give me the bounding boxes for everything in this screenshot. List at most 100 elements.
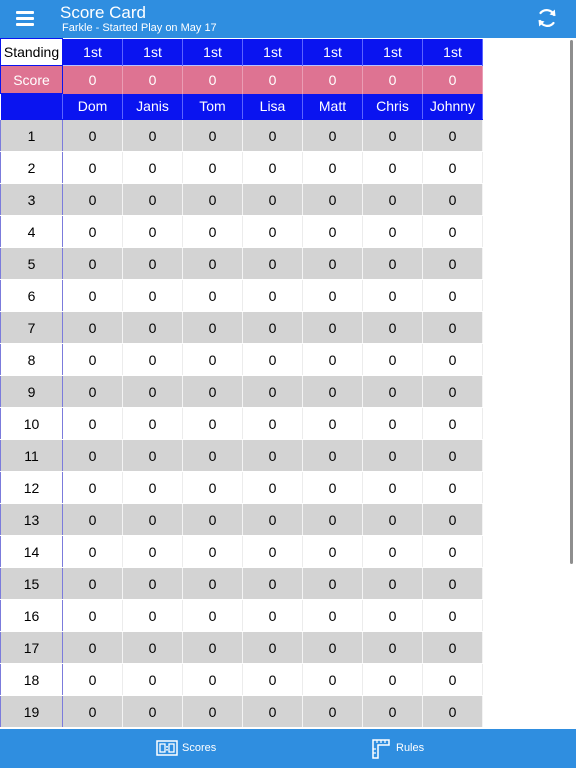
round-score-cell[interactable]: 0 [62,215,123,248]
round-score-cell[interactable]: 0 [302,695,363,728]
round-score-cell[interactable]: 0 [62,279,123,312]
round-score-cell[interactable]: 0 [182,503,243,536]
round-score-cell[interactable]: 0 [242,151,303,184]
round-score-cell[interactable]: 0 [362,375,423,408]
round-score-cell[interactable]: 0 [302,343,363,376]
round-score-cell[interactable]: 0 [422,599,483,632]
round-score-cell[interactable]: 0 [122,631,183,664]
round-score-cell[interactable]: 0 [122,215,183,248]
round-score-cell[interactable]: 0 [302,183,363,216]
round-score-cell[interactable]: 0 [182,599,243,632]
round-score-cell[interactable]: 0 [302,151,363,184]
round-score-cell[interactable]: 0 [182,663,243,696]
player-name-header[interactable]: Tom [182,93,243,119]
round-score-cell[interactable]: 0 [302,631,363,664]
round-score-cell[interactable]: 0 [362,311,423,344]
round-score-cell[interactable]: 0 [122,535,183,568]
round-score-cell[interactable]: 0 [182,343,243,376]
round-score-cell[interactable]: 0 [122,471,183,504]
round-score-cell[interactable]: 0 [182,375,243,408]
round-score-cell[interactable]: 0 [62,471,123,504]
round-score-cell[interactable]: 0 [422,375,483,408]
round-score-cell[interactable]: 0 [362,631,423,664]
round-score-cell[interactable]: 0 [122,407,183,440]
round-score-cell[interactable]: 0 [362,343,423,376]
round-score-cell[interactable]: 0 [422,311,483,344]
round-score-cell[interactable]: 0 [302,120,363,152]
round-score-cell[interactable]: 0 [422,695,483,728]
round-score-cell[interactable]: 0 [62,247,123,280]
round-score-cell[interactable]: 0 [122,663,183,696]
round-score-cell[interactable]: 0 [302,567,363,600]
round-score-cell[interactable]: 0 [182,631,243,664]
round-score-cell[interactable]: 0 [362,471,423,504]
round-score-cell[interactable]: 0 [182,407,243,440]
round-score-cell[interactable]: 0 [182,247,243,280]
round-score-cell[interactable]: 0 [62,599,123,632]
round-score-cell[interactable]: 0 [362,247,423,280]
round-score-cell[interactable]: 0 [422,215,483,248]
round-score-cell[interactable]: 0 [122,567,183,600]
round-score-cell[interactable]: 0 [422,567,483,600]
round-score-cell[interactable]: 0 [62,535,123,568]
round-score-cell[interactable]: 0 [122,120,183,152]
round-score-cell[interactable]: 0 [62,343,123,376]
round-score-cell[interactable]: 0 [182,567,243,600]
round-score-cell[interactable]: 0 [302,375,363,408]
round-score-cell[interactable]: 0 [242,311,303,344]
round-score-cell[interactable]: 0 [62,567,123,600]
round-score-cell[interactable]: 0 [242,120,303,152]
round-score-cell[interactable]: 0 [242,407,303,440]
round-score-cell[interactable]: 0 [182,183,243,216]
round-score-cell[interactable]: 0 [422,471,483,504]
round-score-cell[interactable]: 0 [422,535,483,568]
refresh-icon[interactable] [535,6,559,30]
round-score-cell[interactable]: 0 [242,183,303,216]
round-score-cell[interactable]: 0 [362,279,423,312]
round-score-cell[interactable]: 0 [62,151,123,184]
round-score-cell[interactable]: 0 [302,503,363,536]
round-score-cell[interactable]: 0 [242,663,303,696]
player-name-header[interactable]: Matt [302,93,363,119]
round-score-cell[interactable]: 0 [242,535,303,568]
round-score-cell[interactable]: 0 [362,151,423,184]
round-score-cell[interactable]: 0 [422,120,483,152]
round-score-cell[interactable]: 0 [122,599,183,632]
round-score-cell[interactable]: 0 [362,535,423,568]
round-score-cell[interactable]: 0 [182,215,243,248]
player-name-header[interactable]: Dom [62,93,123,119]
round-score-cell[interactable]: 0 [242,279,303,312]
round-score-cell[interactable]: 0 [182,471,243,504]
vertical-scrollbar[interactable] [570,40,573,564]
tab-rules[interactable]: Rules [366,729,436,768]
player-name-header[interactable]: Chris [362,93,423,119]
round-score-cell[interactable]: 0 [422,279,483,312]
round-score-cell[interactable]: 0 [242,631,303,664]
round-score-cell[interactable]: 0 [62,183,123,216]
round-score-cell[interactable]: 0 [62,631,123,664]
hamburger-menu-icon[interactable] [16,11,34,26]
round-score-cell[interactable]: 0 [62,375,123,408]
round-score-cell[interactable]: 0 [242,471,303,504]
round-score-cell[interactable]: 0 [182,279,243,312]
round-score-cell[interactable]: 0 [242,343,303,376]
round-score-cell[interactable]: 0 [362,215,423,248]
round-score-cell[interactable]: 0 [242,375,303,408]
round-score-cell[interactable]: 0 [122,279,183,312]
round-score-cell[interactable]: 0 [362,567,423,600]
round-score-cell[interactable]: 0 [302,535,363,568]
round-score-cell[interactable]: 0 [362,407,423,440]
round-score-cell[interactable]: 0 [422,343,483,376]
round-score-cell[interactable]: 0 [62,503,123,536]
round-score-cell[interactable]: 0 [122,247,183,280]
round-score-cell[interactable]: 0 [242,215,303,248]
round-score-cell[interactable]: 0 [242,439,303,472]
round-score-cell[interactable]: 0 [422,247,483,280]
round-score-cell[interactable]: 0 [422,151,483,184]
tab-scores[interactable]: Scores [150,729,230,768]
round-score-cell[interactable]: 0 [302,247,363,280]
round-score-cell[interactable]: 0 [122,439,183,472]
round-score-cell[interactable]: 0 [302,311,363,344]
player-name-header[interactable]: Lisa [242,93,303,119]
player-name-header[interactable]: Janis [122,93,183,119]
